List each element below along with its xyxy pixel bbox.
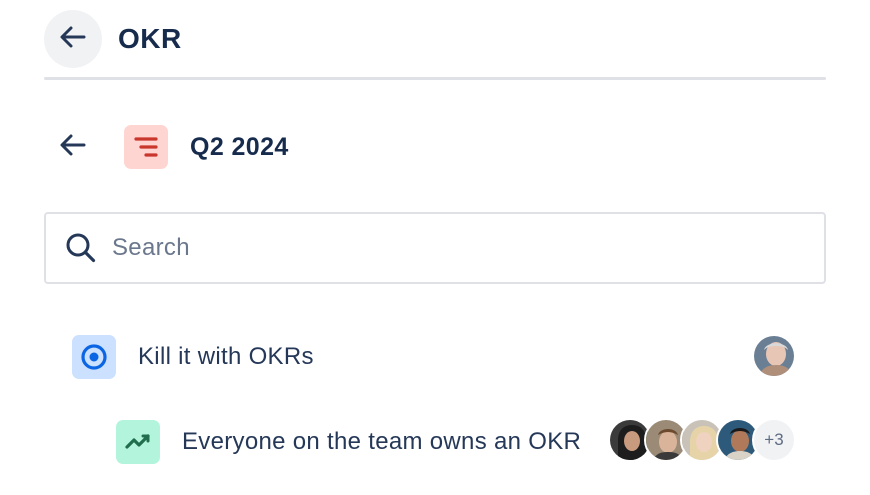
list-item-goal[interactable]: Kill it with OKRs — [72, 334, 798, 380]
target-icon — [72, 335, 116, 379]
search-field[interactable] — [44, 212, 826, 284]
key-result-label: Everyone on the team owns an OKR — [182, 428, 582, 455]
avatar[interactable] — [752, 334, 796, 378]
search-input[interactable] — [112, 234, 752, 262]
header-divider — [44, 77, 826, 80]
arrow-left-icon — [58, 22, 88, 57]
period-back-button[interactable] — [56, 130, 90, 164]
goal-label: Kill it with OKRs — [138, 343, 314, 370]
period-icon — [124, 125, 168, 169]
page-header: OKR — [44, 9, 182, 69]
arrow-left-icon — [58, 130, 88, 165]
search-icon — [64, 231, 98, 265]
back-button[interactable] — [44, 10, 102, 68]
period-title: Q2 2024 — [190, 132, 289, 161]
period-header: Q2 2024 — [56, 124, 289, 170]
trend-up-icon — [116, 420, 160, 464]
page-title: OKR — [118, 23, 182, 54]
more-assignees-badge[interactable]: +3 — [752, 418, 796, 462]
list-item-key-result[interactable]: Everyone on the team owns an OKR +3 — [116, 404, 798, 480]
